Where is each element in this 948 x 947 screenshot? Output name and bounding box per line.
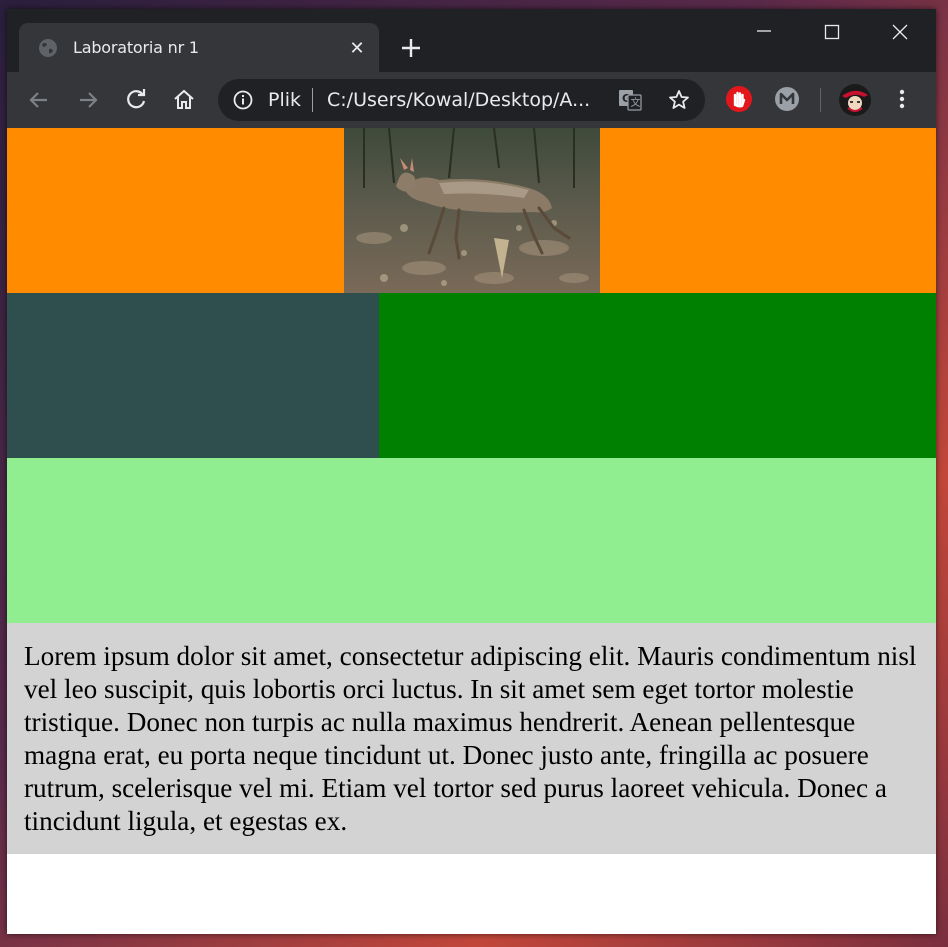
forward-icon[interactable]	[74, 86, 102, 114]
title-bar: Laboratoria nr 1 ✕	[7, 9, 936, 72]
orange-banner	[7, 128, 936, 293]
tab-title: Laboratoria nr 1	[73, 38, 199, 57]
new-tab-icon[interactable]	[397, 34, 425, 62]
scheme-label: Plik	[268, 89, 302, 111]
lorem-paragraph: Lorem ipsum dolor sit amet, consectetur …	[7, 623, 936, 854]
info-icon[interactable]	[233, 90, 253, 110]
menu-icon[interactable]	[888, 85, 916, 113]
toolbar-divider	[820, 88, 821, 112]
translate-icon[interactable]: G 文	[618, 89, 642, 111]
close-window-icon[interactable]	[878, 17, 922, 49]
toolbar: Plik C:/Users/Kowal/Desktop/A... G 文	[7, 72, 936, 128]
url-text[interactable]: C:/Users/Kowal/Desktop/A...	[327, 89, 590, 111]
reload-icon[interactable]	[122, 86, 150, 114]
browser-window: Laboratoria nr 1 ✕ Plik C:/Users/Kowal/D…	[7, 9, 936, 934]
bookmark-star-icon[interactable]	[667, 88, 691, 112]
browser-tab[interactable]: Laboratoria nr 1 ✕	[19, 23, 379, 72]
back-icon[interactable]	[25, 86, 53, 114]
omnibox-divider	[312, 88, 313, 112]
svg-text:文: 文	[631, 96, 641, 109]
address-bar[interactable]: Plik C:/Users/Kowal/Desktop/A... G 文	[218, 79, 705, 121]
deer-photo	[344, 128, 600, 293]
adblock-hand-icon[interactable]	[725, 85, 753, 113]
globe-icon	[39, 39, 57, 57]
dark-slate-panel	[7, 293, 379, 458]
maximize-icon[interactable]	[810, 17, 854, 49]
minimize-icon[interactable]	[742, 17, 786, 49]
mega-m-icon[interactable]	[773, 85, 801, 113]
tab-close-icon[interactable]: ✕	[345, 36, 369, 60]
page-content: Lorem ipsum dolor sit amet, consectetur …	[7, 128, 936, 934]
home-icon[interactable]	[170, 86, 198, 114]
green-panel	[379, 293, 936, 458]
profile-avatar[interactable]	[839, 84, 871, 116]
light-green-panel	[7, 458, 936, 623]
